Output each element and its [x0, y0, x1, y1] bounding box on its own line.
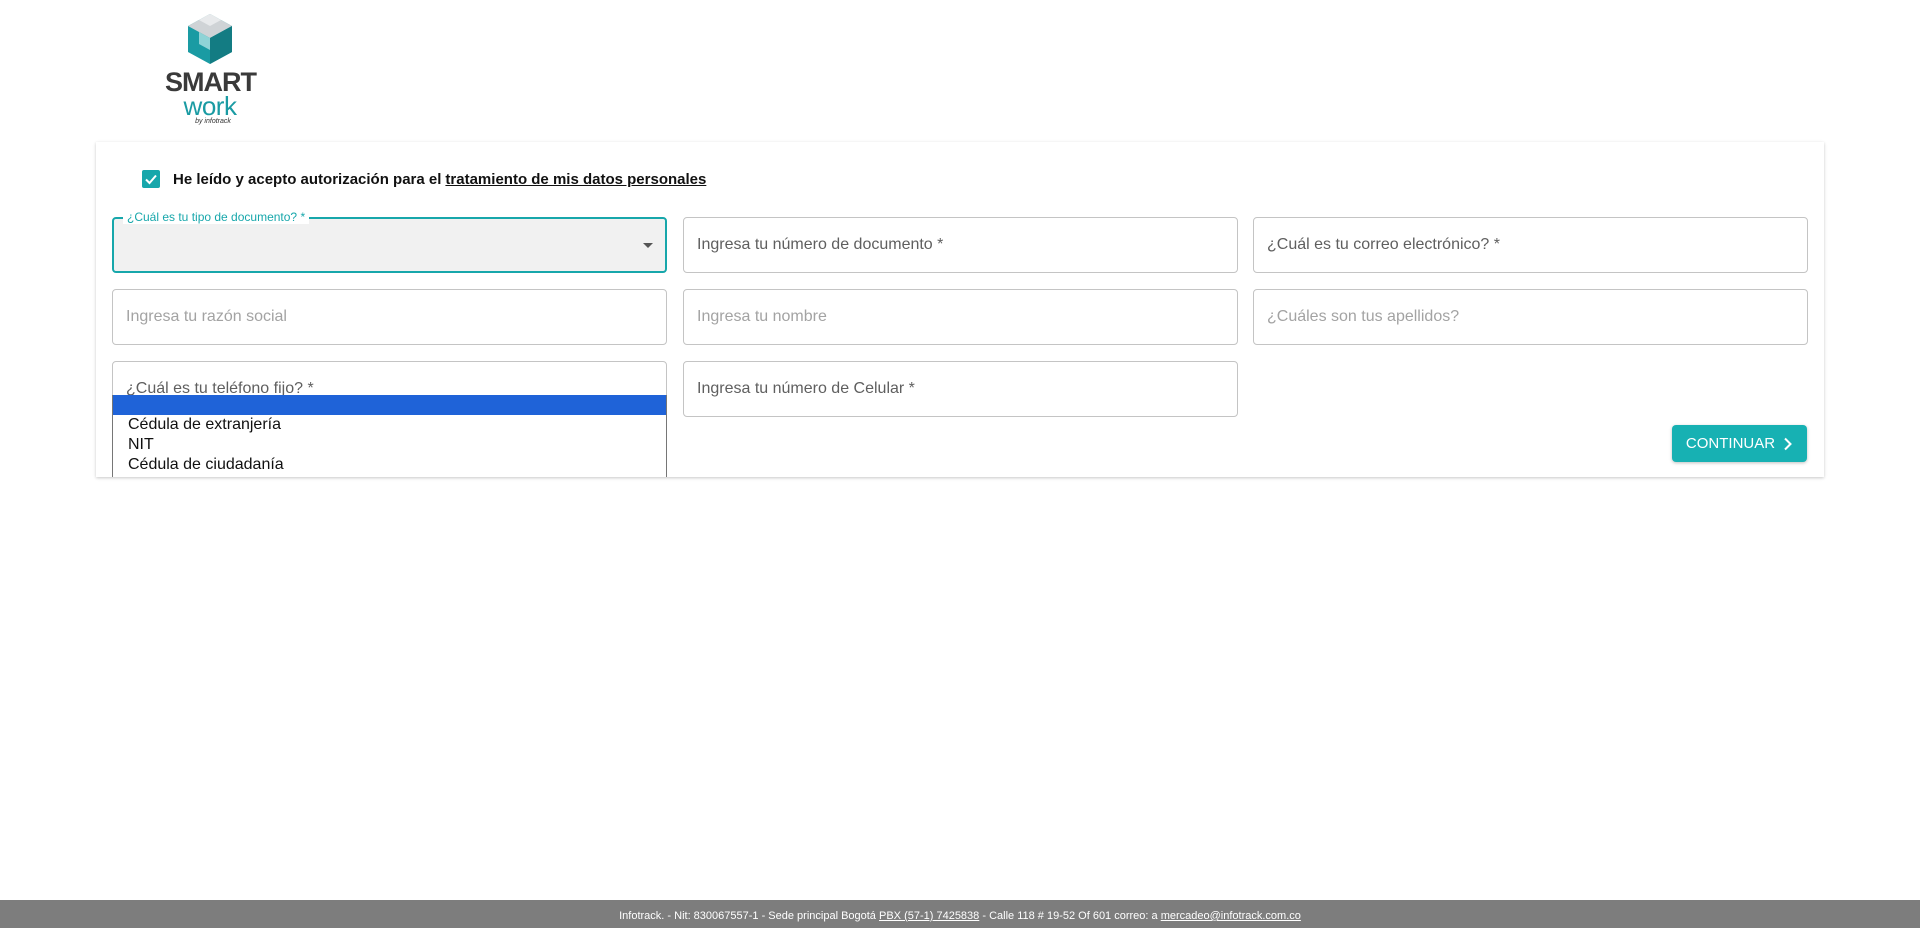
business-name-input[interactable]: Ingresa tu razón social [112, 289, 667, 345]
consent-row: He leído y acepto autorización para el t… [142, 170, 706, 188]
footer-company: Infotrack. - Nit: 830067557-1 - Sede pri… [619, 910, 876, 922]
mobile-placeholder: Ingresa tu número de Celular * [697, 380, 915, 397]
dropdown-option-nit[interactable]: NIT [113, 435, 666, 455]
first-name-input[interactable]: Ingresa tu nombre [683, 289, 1238, 345]
smartwork-logo: SMART work by infotrack [165, 12, 257, 125]
continue-button[interactable]: CONTINUAR [1672, 425, 1807, 462]
continue-button-label: CONTINUAR [1685, 435, 1776, 452]
email-input[interactable]: ¿Cuál es tu correo electrónico? * [1253, 217, 1808, 273]
logo-hexagon-icon [188, 14, 232, 64]
document-type-select[interactable]: ¿Cuál es tu tipo de documento? * [112, 210, 667, 273]
business-name-placeholder: Ingresa tu razón social [126, 308, 287, 325]
footer: Infotrack. - Nit: 830067557-1 - Sede pri… [0, 900, 1920, 928]
dropdown-option-citizen-id[interactable]: Cédula de ciudadanía [113, 455, 666, 475]
mobile-input[interactable]: Ingresa tu número de Celular * [683, 361, 1238, 417]
consent-checkbox[interactable] [142, 170, 160, 188]
consent-link[interactable]: tratamiento de mis datos personales [445, 171, 706, 188]
consent-label: He leído y acepto autorización para el [173, 170, 442, 188]
check-icon [145, 174, 157, 185]
logo-brand-bottom: work [183, 91, 237, 121]
document-number-input[interactable]: Ingresa tu número de documento * [683, 217, 1238, 273]
dropdown-option-empty[interactable] [113, 395, 666, 415]
logo-by-line: by infotrack [195, 118, 231, 125]
footer-address: - Calle 118 # 19-52 Of 601 correo: a [982, 910, 1158, 922]
document-type-label: ¿Cuál es tu tipo de documento? * [123, 210, 310, 224]
last-names-input[interactable]: ¿Cuáles son tus apellidos? [1253, 289, 1808, 345]
first-name-placeholder: Ingresa tu nombre [697, 308, 827, 325]
chevron-right-icon [1784, 437, 1792, 450]
footer-email-link[interactable]: mercadeo@infotrack.com.co [1161, 910, 1301, 922]
registration-card: He leído y acepto autorización para el t… [96, 142, 1824, 477]
footer-phone-link[interactable]: PBX (57-1) 7425838 [879, 910, 979, 922]
dropdown-option-foreign-id[interactable]: Cédula de extranjería [113, 415, 666, 435]
document-type-dropdown: Cédula de extranjería NIT Cédula de ciud… [112, 395, 667, 477]
last-names-placeholder: ¿Cuáles son tus apellidos? [1267, 308, 1460, 325]
dropdown-caret-icon[interactable] [643, 243, 653, 248]
email-placeholder: ¿Cuál es tu correo electrónico? * [1267, 236, 1500, 253]
document-number-placeholder: Ingresa tu número de documento * [697, 236, 944, 253]
